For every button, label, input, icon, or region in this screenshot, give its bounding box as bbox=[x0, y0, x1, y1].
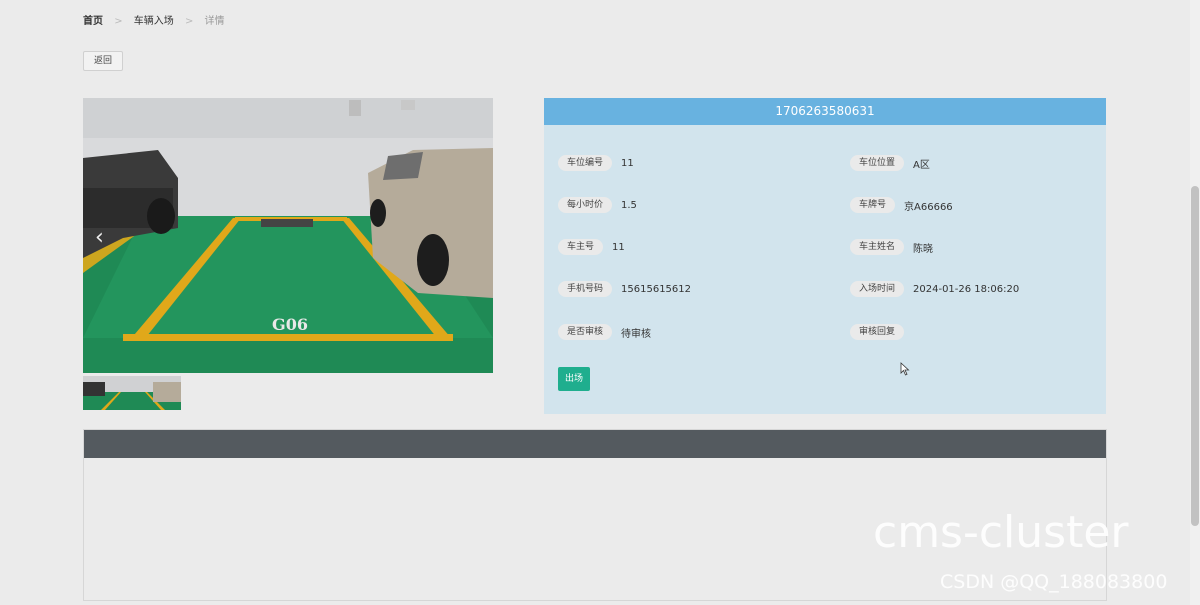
mouse-cursor-icon bbox=[900, 362, 910, 376]
csdn-watermark: CSDN @QQ_188083800 bbox=[940, 571, 1168, 593]
breadcrumb-separator: > bbox=[184, 16, 194, 27]
field-value: 11 bbox=[612, 241, 625, 253]
field-label: 每小时价 bbox=[558, 197, 613, 213]
field-value: 15615615612 bbox=[621, 283, 692, 295]
page-scrollbar[interactable] bbox=[1190, 0, 1200, 605]
prev-image-arrow: ‹ bbox=[95, 225, 104, 250]
thumbnail-image bbox=[83, 376, 181, 410]
field-value: 11 bbox=[621, 157, 634, 169]
field-label: 审核回复 bbox=[850, 324, 905, 340]
field-owner-id: 车主号 11 bbox=[558, 239, 625, 255]
field-value: 陈晓 bbox=[913, 243, 934, 255]
field-label: 手机号码 bbox=[558, 281, 613, 297]
parking-spot-photo: G06 ‹ bbox=[83, 98, 493, 373]
field-label: 车主号 bbox=[558, 239, 604, 255]
field-value: A区 bbox=[913, 159, 930, 171]
field-hourly-price: 每小时价 1.5 bbox=[558, 197, 637, 213]
field-review-reply: 审核回复 bbox=[850, 324, 913, 340]
breadcrumb-current: 详情 bbox=[204, 16, 225, 27]
field-spot-number: 车位编号 11 bbox=[558, 155, 634, 171]
back-button[interactable]: 返回 bbox=[83, 51, 123, 71]
field-value: 京A66666 bbox=[904, 201, 953, 213]
field-phone: 手机号码 15615615612 bbox=[558, 281, 691, 297]
field-label: 车位编号 bbox=[558, 155, 613, 171]
field-spot-location: 车位位置 A区 bbox=[850, 155, 930, 171]
field-value: 待审核 bbox=[621, 328, 652, 340]
field-label: 入场时间 bbox=[850, 281, 905, 297]
parking-spot-image: G06 ‹ bbox=[83, 98, 493, 373]
field-entry-time: 入场时间 2024-01-26 18:06:20 bbox=[850, 281, 1019, 297]
field-label: 车位位置 bbox=[850, 155, 905, 171]
exit-button[interactable]: 出场 bbox=[558, 367, 590, 391]
breadcrumb: 首页 > 车辆入场 > 详情 bbox=[83, 12, 225, 27]
photo-thumbnail[interactable] bbox=[83, 376, 181, 410]
field-label: 车牌号 bbox=[850, 197, 896, 213]
field-label: 是否审核 bbox=[558, 324, 613, 340]
field-value: 2024-01-26 18:06:20 bbox=[913, 283, 1020, 295]
field-label: 车主姓名 bbox=[850, 239, 905, 255]
breadcrumb-home[interactable]: 首页 bbox=[83, 16, 103, 27]
spot-code-label: G06 bbox=[272, 315, 308, 334]
lower-box-header bbox=[84, 430, 1106, 458]
field-plate-number: 车牌号 京A66666 bbox=[850, 197, 953, 213]
field-review-status: 是否审核 待审核 bbox=[558, 324, 651, 340]
vehicle-detail-panel: 1706263580631 车位编号 11 车位位置 A区 每小时价 1.5 车… bbox=[544, 98, 1106, 414]
field-value: 1.5 bbox=[621, 199, 637, 211]
breadcrumb-vehicle-entry[interactable]: 车辆入场 bbox=[134, 16, 174, 27]
breadcrumb-separator: > bbox=[114, 16, 123, 27]
field-owner-name: 车主姓名 陈晓 bbox=[850, 239, 933, 255]
scrollbar-thumb[interactable] bbox=[1191, 186, 1199, 526]
watermark-text: cms-cluster bbox=[873, 507, 1129, 558]
record-id-title: 1706263580631 bbox=[544, 98, 1106, 125]
